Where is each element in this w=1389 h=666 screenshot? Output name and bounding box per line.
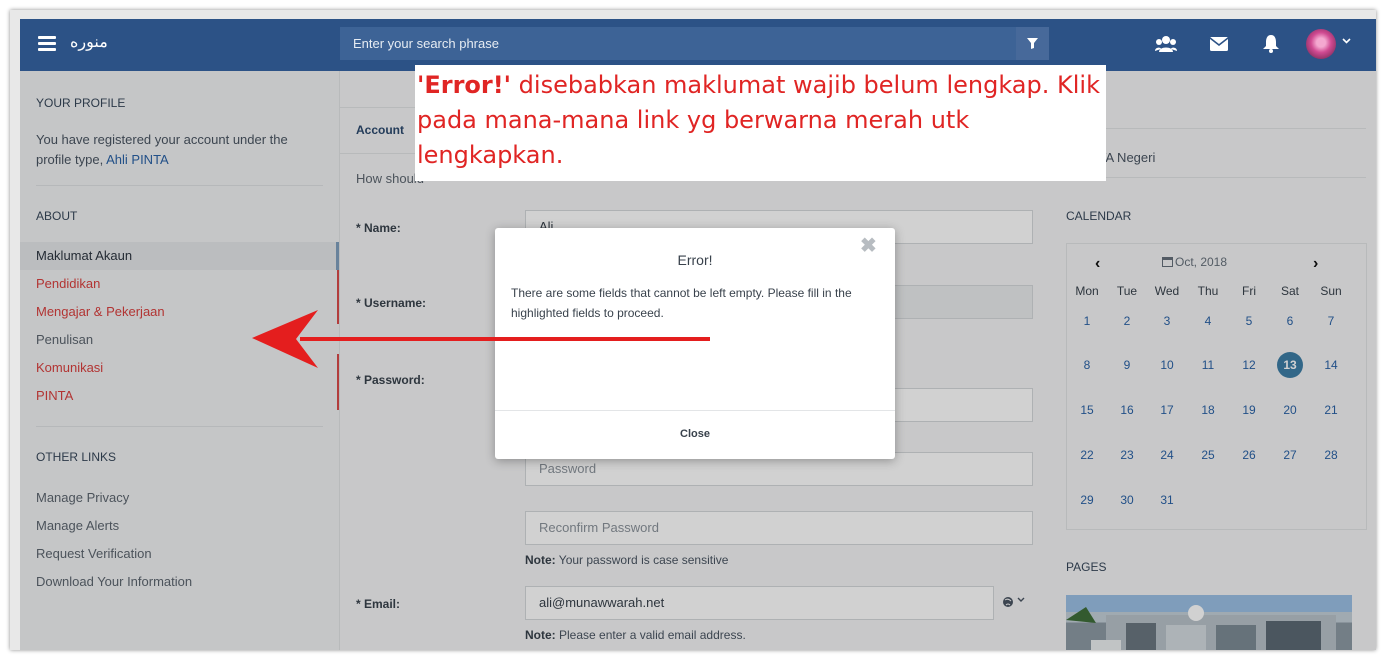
- site-brand[interactable]: منوره: [70, 32, 108, 52]
- dialog-close-button[interactable]: Close: [495, 428, 895, 440]
- annotation-text: disebabkan maklumat wajib belum lengkap.…: [417, 71, 1100, 169]
- dialog-message: There are some fields that cannot be lef…: [511, 286, 852, 320]
- filter-icon: [1027, 38, 1038, 49]
- users-icon[interactable]: [1155, 35, 1177, 53]
- dialog-divider: [495, 410, 895, 411]
- avatar[interactable]: [1306, 29, 1336, 59]
- search-input[interactable]: Enter your search phrase: [340, 27, 1016, 60]
- search-filter-button[interactable]: [1016, 27, 1049, 60]
- envelope-icon[interactable]: [1210, 37, 1228, 51]
- annotation-bold: 'Error!': [417, 71, 512, 99]
- chevron-down-icon[interactable]: [1342, 38, 1351, 44]
- annotation-callout: 'Error!' disebabkan maklumat wajib belum…: [415, 65, 1106, 181]
- menu-icon[interactable]: [38, 36, 56, 51]
- top-navbar: منوره Enter your search phrase: [20, 19, 1376, 71]
- error-dialog: ✖ Error! There are some fields that cann…: [495, 228, 895, 459]
- bell-icon[interactable]: [1263, 35, 1279, 53]
- dialog-title: Error!: [677, 252, 713, 268]
